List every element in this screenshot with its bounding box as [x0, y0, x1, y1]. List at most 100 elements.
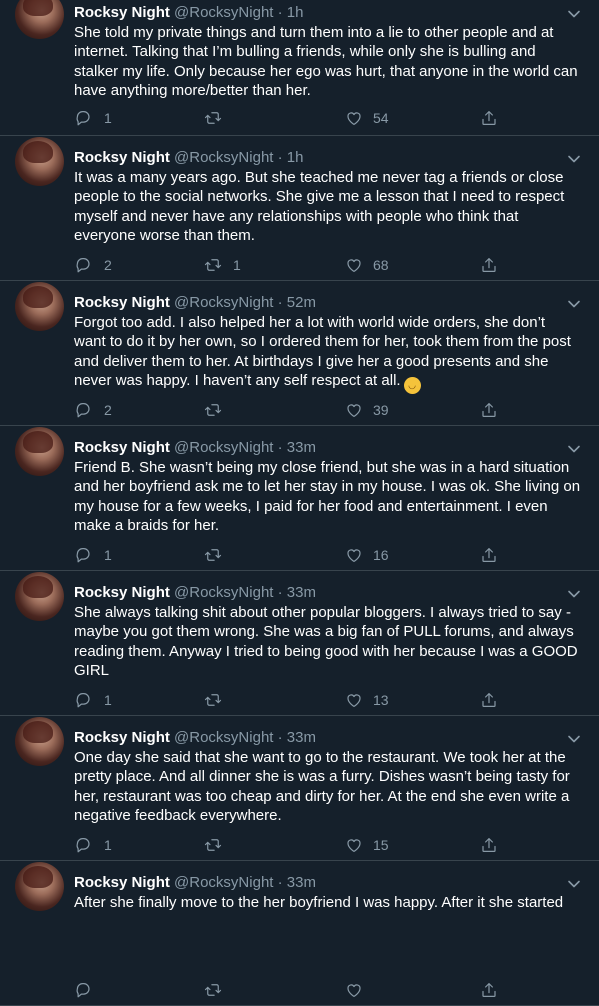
chevron-down-icon[interactable]	[567, 586, 581, 598]
display-name[interactable]: Rocksy Night	[74, 729, 170, 746]
reply-button[interactable]: 1	[74, 108, 112, 128]
user-handle[interactable]: @RocksyNight	[174, 439, 273, 456]
share-button[interactable]	[480, 980, 498, 1000]
reply-button[interactable]: 1	[74, 835, 112, 855]
share-icon	[480, 836, 498, 854]
tweet-header: Rocksy Night @RocksyNight · 33m	[74, 439, 316, 457]
chevron-down-icon[interactable]	[567, 296, 581, 308]
reply-count: 1	[104, 547, 112, 563]
timestamp[interactable]: 52m	[287, 294, 316, 311]
tweet-text: One day she said that she want to go to …	[74, 748, 589, 825]
timestamp[interactable]: 33m	[287, 439, 316, 456]
avatar[interactable]	[15, 572, 64, 621]
avatar[interactable]	[15, 862, 64, 911]
reply-button[interactable]	[74, 980, 104, 1000]
tweet[interactable]: Rocksy Night @RocksyNight · 52m Forgot to…	[0, 281, 599, 426]
tweet[interactable]: Rocksy Night @RocksyNight · 33m Friend B.…	[0, 426, 599, 571]
like-button[interactable]: 54	[345, 108, 389, 128]
share-button[interactable]	[480, 400, 498, 420]
tweet-actions: 1 54	[74, 108, 504, 128]
display-name[interactable]: Rocksy Night	[74, 294, 170, 311]
reply-button[interactable]: 1	[74, 690, 112, 710]
share-button[interactable]	[480, 690, 498, 710]
separator-dot: ·	[277, 4, 283, 21]
tweet-text-line: She always talking shit about other popu…	[74, 604, 571, 621]
user-handle[interactable]: @RocksyNight	[174, 4, 273, 21]
chevron-down-icon[interactable]	[567, 876, 581, 888]
display-name[interactable]: Rocksy Night	[74, 874, 170, 891]
share-button[interactable]	[480, 835, 498, 855]
separator-dot: ·	[277, 439, 283, 456]
reply-icon	[74, 691, 92, 709]
reply-button[interactable]: 2	[74, 255, 112, 275]
tweet[interactable]: Rocksy Night @RocksyNight · 33m One day s…	[0, 716, 599, 861]
tweet-text-line: stalker my life. Only because her ego wa…	[74, 62, 578, 80]
tweet[interactable]: Rocksy Night @RocksyNight · 33m She alway…	[0, 571, 599, 716]
retweet-button[interactable]	[204, 980, 233, 1000]
separator-dot: ·	[277, 149, 283, 166]
tweet-text-line: and deliver them to her. At birthdays I …	[74, 352, 549, 370]
like-button[interactable]: 15	[345, 835, 389, 855]
like-button[interactable]: 16	[345, 545, 389, 565]
tweet-header: Rocksy Night @RocksyNight · 52m	[74, 294, 316, 312]
tweet[interactable]: Rocksy Night @RocksyNight · 33m After she…	[0, 861, 599, 1006]
timestamp[interactable]: 33m	[287, 874, 316, 891]
timestamp[interactable]: 1h	[287, 149, 304, 166]
tweet-text-line: reading them. Anyway I tried to being go…	[74, 642, 578, 660]
chevron-down-icon[interactable]	[567, 6, 581, 18]
tweet-text-line: Friend B. She wasn’t being my close frie…	[74, 459, 570, 476]
heart-icon	[345, 109, 363, 127]
like-button[interactable]: 68	[345, 255, 389, 275]
user-handle[interactable]: @RocksyNight	[174, 149, 273, 166]
timestamp[interactable]: 33m	[287, 584, 316, 601]
tweet[interactable]: Rocksy Night @RocksyNight · 1h She told m…	[0, 0, 599, 136]
display-name[interactable]: Rocksy Night	[74, 584, 170, 601]
like-count: 54	[373, 110, 389, 126]
reply-icon	[74, 109, 92, 127]
like-button[interactable]	[345, 980, 373, 1000]
retweet-button[interactable]	[204, 690, 233, 710]
timestamp[interactable]: 33m	[287, 729, 316, 746]
retweet-button[interactable]	[204, 545, 233, 565]
tweet-text-line: She told my private things and turn them…	[74, 24, 554, 41]
tweet[interactable]: Rocksy Night @RocksyNight · 1h It was a m…	[0, 136, 599, 281]
like-button[interactable]: 13	[345, 690, 389, 710]
separator-dot: ·	[277, 584, 283, 601]
display-name[interactable]: Rocksy Night	[74, 4, 170, 21]
retweet-icon	[204, 256, 222, 274]
retweet-button[interactable]: 1	[204, 255, 241, 275]
share-button[interactable]	[480, 108, 498, 128]
share-button[interactable]	[480, 545, 498, 565]
timestamp[interactable]: 1h	[287, 4, 304, 21]
avatar[interactable]	[15, 137, 64, 186]
reply-icon	[74, 401, 92, 419]
retweet-button[interactable]	[204, 400, 233, 420]
like-button[interactable]: 39	[345, 400, 389, 420]
tweet-actions: 2 39	[74, 400, 504, 420]
tweet-text-line: internet. Talking that I’m bulling a fri…	[74, 43, 536, 61]
heart-icon	[345, 836, 363, 854]
chevron-down-icon[interactable]	[567, 441, 581, 453]
user-handle[interactable]: @RocksyNight	[174, 294, 273, 311]
heart-icon	[345, 691, 363, 709]
user-handle[interactable]: @RocksyNight	[174, 584, 273, 601]
display-name[interactable]: Rocksy Night	[74, 439, 170, 456]
share-icon	[480, 109, 498, 127]
avatar[interactable]	[15, 717, 64, 766]
retweet-button[interactable]	[204, 835, 233, 855]
user-handle[interactable]: @RocksyNight	[174, 729, 273, 746]
share-button[interactable]	[480, 255, 498, 275]
reply-button[interactable]: 1	[74, 545, 112, 565]
tweet-actions: 1 15	[74, 835, 504, 855]
avatar[interactable]	[15, 0, 64, 39]
user-handle[interactable]: @RocksyNight	[174, 874, 273, 891]
reply-button[interactable]: 2	[74, 400, 112, 420]
chevron-down-icon[interactable]	[567, 731, 581, 743]
retweet-button[interactable]	[204, 108, 233, 128]
avatar[interactable]	[15, 282, 64, 331]
display-name[interactable]: Rocksy Night	[74, 149, 170, 166]
retweet-count: 1	[233, 257, 241, 273]
avatar[interactable]	[15, 427, 64, 476]
chevron-down-icon[interactable]	[567, 151, 581, 163]
share-icon	[480, 256, 498, 274]
